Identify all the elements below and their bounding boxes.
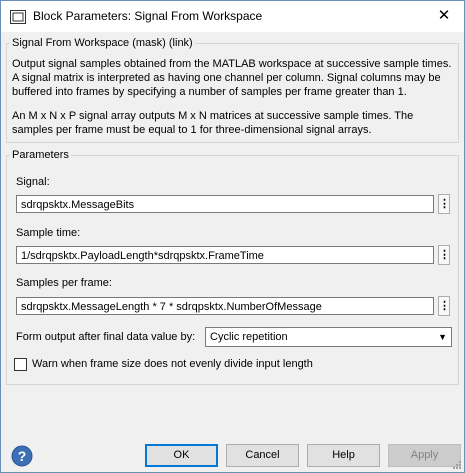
- signal-more-options-button[interactable]: ⋮: [438, 194, 450, 214]
- form-output-label: Form output after final data value by:: [16, 331, 196, 343]
- help-button[interactable]: Help: [307, 444, 380, 467]
- samples-per-frame-label: Samples per frame:: [16, 277, 112, 289]
- description-line: A signal matrix is interpreted as having…: [12, 72, 441, 84]
- resize-grip-icon[interactable]: [452, 460, 462, 470]
- sample-time-label: Sample time:: [16, 227, 81, 239]
- window-title: Block Parameters: Signal From Workspace: [33, 9, 263, 23]
- help-question-icon[interactable]: ?: [11, 445, 33, 467]
- chevron-down-icon: ▼: [438, 332, 447, 342]
- sample-time-more-options-button[interactable]: ⋮: [438, 245, 450, 265]
- warn-frame-size-checkbox[interactable]: [14, 358, 27, 371]
- close-icon[interactable]: ✕: [430, 5, 458, 27]
- description-line: buffered into frames by specifying a num…: [12, 86, 407, 98]
- simulink-block-icon: [10, 10, 26, 24]
- samples-per-frame-more-options-button[interactable]: ⋮: [438, 296, 450, 316]
- sample-time-field[interactable]: 1/sdrqpsktx.PayloadLength*sdrqpsktx.Fram…: [16, 246, 434, 264]
- description-line: Output signal samples obtained from the …: [12, 58, 452, 70]
- form-output-select[interactable]: Cyclic repetition ▼: [205, 327, 452, 347]
- warn-frame-size-label: Warn when frame size does not evenly div…: [32, 358, 313, 370]
- parameters-group-title: Parameters: [12, 149, 69, 161]
- apply-button[interactable]: Apply: [388, 444, 461, 467]
- mask-description-paragraph-1: Output signal samples obtained from the …: [12, 57, 452, 99]
- mask-group-title: Signal From Workspace (mask) (link): [12, 37, 193, 49]
- signal-label: Signal:: [16, 176, 50, 188]
- parameters-group: Parameters: [6, 149, 459, 385]
- svg-text:?: ?: [18, 448, 27, 464]
- form-output-selected-value: Cyclic repetition: [210, 331, 288, 343]
- signal-field[interactable]: sdrqpsktx.MessageBits: [16, 195, 434, 213]
- mask-description-paragraph-2: An M x N x P signal array outputs M x N …: [12, 109, 452, 137]
- cancel-button[interactable]: Cancel: [226, 444, 299, 467]
- dialog-window: Block Parameters: Signal From Workspace …: [0, 0, 465, 473]
- description-line: samples per frame must be equal to 1 for…: [12, 124, 372, 136]
- description-line: An M x N x P signal array outputs M x N …: [12, 110, 414, 122]
- title-bar: Block Parameters: Signal From Workspace …: [1, 1, 464, 32]
- ok-button[interactable]: OK: [145, 444, 218, 467]
- samples-per-frame-field[interactable]: sdrqpsktx.MessageLength * 7 * sdrqpsktx.…: [16, 297, 434, 315]
